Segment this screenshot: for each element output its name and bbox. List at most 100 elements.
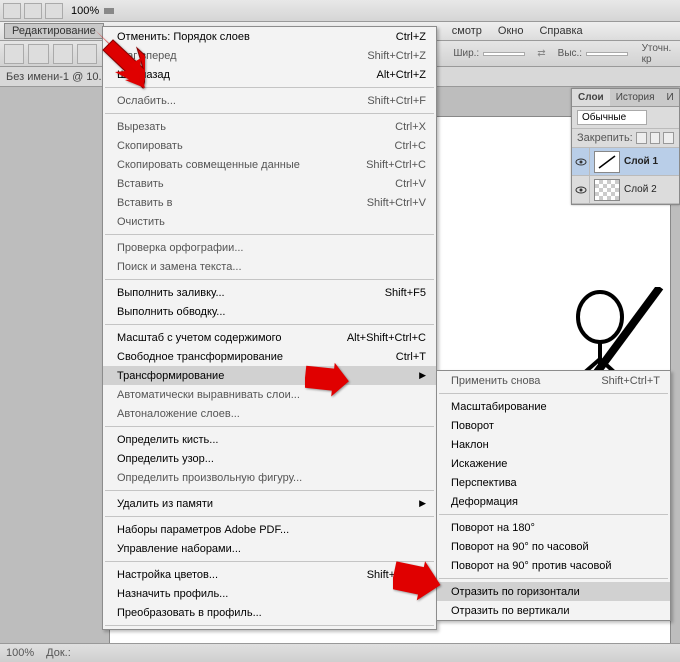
edit-menu-item: Вставить Ctrl+V: [103, 174, 436, 193]
menu-item-label: Шаг назад: [117, 69, 346, 81]
menu-item-shortcut: Alt+Ctrl+Z: [376, 69, 426, 81]
toolbar-button-ps[interactable]: [3, 3, 21, 19]
layer-thumbnail[interactable]: [594, 151, 620, 173]
transform-submenu-item[interactable]: Поворот на 180°: [437, 518, 670, 537]
edit-menu: Отменить: Порядок слоевCtrl+ZШаг впередS…: [102, 26, 437, 630]
transform-submenu-item[interactable]: Масштабирование: [437, 397, 670, 416]
visibility-icon[interactable]: [572, 148, 590, 175]
lock-pixels-icon[interactable]: [650, 132, 661, 144]
menu-item-label: Выполнить обводку...: [117, 306, 426, 318]
menu-view[interactable]: смотр: [444, 23, 490, 39]
menu-item-label: Вставить: [117, 178, 365, 190]
edit-menu-item[interactable]: Определить кисть...: [103, 430, 436, 449]
tab-layers[interactable]: Слои: [572, 89, 610, 106]
selection-mode-add[interactable]: [53, 44, 73, 64]
layers-panel: Слои История И Обычные Закрепить: Слой 1…: [571, 88, 680, 205]
menu-item-label: Преобразовать в профиль...: [117, 607, 426, 619]
status-bar: 100% Док.:: [0, 643, 680, 662]
menu-help[interactable]: Справка: [531, 23, 590, 39]
menu-separator: [105, 561, 434, 562]
menu-item-label: Поиск и замена текста...: [117, 261, 426, 273]
selection-mode-subtract[interactable]: [77, 44, 97, 64]
layer-name[interactable]: Слой 2: [624, 184, 657, 195]
zoom-value[interactable]: 100%: [71, 5, 99, 17]
blend-mode-select[interactable]: Обычные: [577, 110, 647, 125]
status-zoom[interactable]: 100%: [6, 647, 34, 659]
menu-item-shortcut: Shift+F5: [385, 287, 426, 299]
layer-row[interactable]: Слой 1: [572, 148, 679, 176]
menu-edit[interactable]: Редактирование: [4, 23, 104, 39]
edit-menu-item[interactable]: Настройка цветов...Shift+Ctrl+K: [103, 565, 436, 584]
toolbar-button-mb[interactable]: [45, 3, 63, 19]
tab-info[interactable]: И: [660, 89, 679, 106]
document-tab-label: Без имени-1 @ 10...: [6, 71, 108, 83]
menu-item-shortcut: Shift+Ctrl+V: [367, 197, 426, 209]
menu-window[interactable]: Окно: [490, 23, 532, 39]
height-label: Выс.:: [558, 48, 582, 59]
layer-thumbnail[interactable]: [594, 179, 620, 201]
transform-submenu-item[interactable]: Деформация: [437, 492, 670, 511]
menu-item-label: Вставить в: [117, 197, 337, 209]
transform-submenu-item[interactable]: Поворот на 90° по часовой: [437, 537, 670, 556]
width-field[interactable]: [483, 52, 525, 56]
menu-item-label: Поворот: [451, 420, 660, 432]
edit-menu-item[interactable]: Удалить из памяти▶: [103, 494, 436, 513]
menu-item-label: Настройка цветов...: [117, 569, 337, 581]
transform-submenu-item[interactable]: Наклон: [437, 435, 670, 454]
link-icon[interactable]: ⇄: [537, 48, 545, 59]
refine-edge-button[interactable]: Уточн. кр: [636, 42, 680, 66]
edit-menu-item[interactable]: Управление наборами...: [103, 539, 436, 558]
height-field[interactable]: [586, 52, 628, 56]
edit-menu-item[interactable]: Выполнить обводку...: [103, 302, 436, 321]
layer-row[interactable]: Слой 2: [572, 176, 679, 204]
submenu-arrow-icon: ▶: [419, 370, 426, 381]
lock-position-icon[interactable]: [663, 132, 674, 144]
transform-submenu-item: Применить сноваShift+Ctrl+T: [437, 371, 670, 390]
transform-submenu-item[interactable]: Отразить по горизонтали: [437, 582, 670, 601]
menu-item-label: Управление наборами...: [117, 543, 426, 555]
menu-item-shortcut: Alt+Shift+Ctrl+C: [347, 332, 426, 344]
transform-submenu-item[interactable]: Искажение: [437, 454, 670, 473]
menu-item-shortcut: Ctrl+V: [395, 178, 426, 190]
lock-transparent-icon[interactable]: [636, 132, 647, 144]
edit-menu-item: Автоналожение слоев...: [103, 404, 436, 423]
width-label: Шир.:: [453, 48, 479, 59]
menu-separator: [439, 578, 668, 579]
edit-menu-item[interactable]: Свободное трансформированиеCtrl+T: [103, 347, 436, 366]
menu-item-label: Наклон: [451, 439, 660, 451]
edit-menu-item: Определить произвольную фигуру...: [103, 468, 436, 487]
edit-menu-item[interactable]: Трансформирование ▶: [103, 366, 436, 385]
menu-item-label: Перспектива: [451, 477, 660, 489]
menu-item-label: Ослабить...: [117, 95, 337, 107]
menu-separator: [105, 490, 434, 491]
transform-submenu-item[interactable]: Отразить по вертикали: [437, 601, 670, 620]
menu-separator: [105, 87, 434, 88]
status-doc[interactable]: Док.:: [46, 647, 71, 659]
edit-menu-item[interactable]: Определить узор...: [103, 449, 436, 468]
edit-menu-item[interactable]: Масштаб с учетом содержимогоAlt+Shift+Ct…: [103, 328, 436, 347]
tool-icon-marquee[interactable]: [4, 44, 24, 64]
edit-menu-item[interactable]: Выполнить заливку... Shift+F5: [103, 283, 436, 302]
edit-menu-item: Ослабить...Shift+Ctrl+F: [103, 91, 436, 110]
menu-item-label: Трансформирование: [117, 370, 399, 382]
menu-item-label: Отразить по вертикали: [451, 605, 660, 617]
menu-item-label: Выполнить заливку...: [117, 287, 355, 299]
edit-menu-item[interactable]: Назначить профиль...: [103, 584, 436, 603]
selection-mode-new[interactable]: [28, 44, 48, 64]
edit-menu-item[interactable]: Шаг назад Alt+Ctrl+Z: [103, 65, 436, 84]
transform-submenu-item[interactable]: Поворот на 90° против часовой: [437, 556, 670, 575]
tab-history[interactable]: История: [610, 89, 661, 106]
edit-menu-item[interactable]: Отменить: Порядок слоевCtrl+Z: [103, 27, 436, 46]
transform-submenu-item[interactable]: Перспектива: [437, 473, 670, 492]
edit-menu-item[interactable]: Преобразовать в профиль...: [103, 603, 436, 622]
edit-menu-item[interactable]: Наборы параметров Adobe PDF...: [103, 520, 436, 539]
menu-item-label: Наборы параметров Adobe PDF...: [117, 524, 426, 536]
transform-submenu-item[interactable]: Поворот: [437, 416, 670, 435]
visibility-icon[interactable]: [572, 176, 590, 203]
edit-menu-item: СкопироватьCtrl+C: [103, 136, 436, 155]
menu-separator: [105, 234, 434, 235]
hand-icon[interactable]: [103, 5, 115, 17]
layer-name[interactable]: Слой 1: [624, 156, 658, 167]
menu-item-label: Масштабирование: [451, 401, 660, 413]
toolbar-button-br[interactable]: [24, 3, 42, 19]
